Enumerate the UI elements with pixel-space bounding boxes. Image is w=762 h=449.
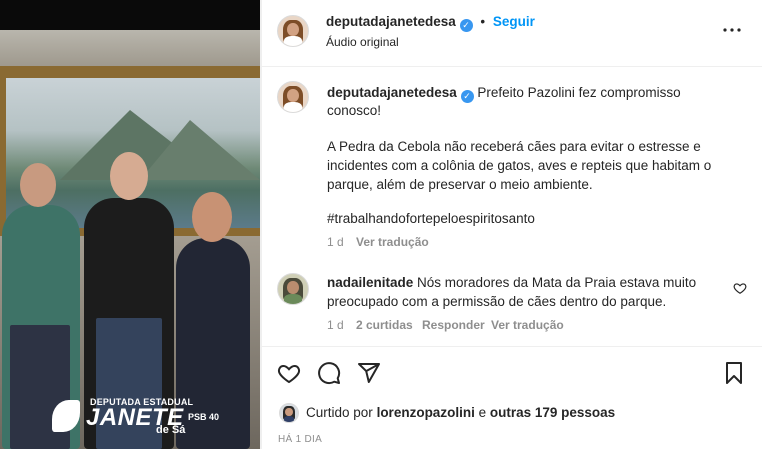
- actions-divider: [262, 346, 762, 347]
- paper-plane-icon[interactable]: [357, 361, 381, 385]
- header-divider: [262, 66, 762, 67]
- post-media[interactable]: DEPUTADA ESTADUAL JANETE PSB 40 de Sá: [0, 0, 260, 449]
- audio-link[interactable]: Áudio original: [326, 35, 399, 49]
- liked-by-prefix: Curtido por: [306, 405, 373, 420]
- commenter-avatar[interactable]: [277, 273, 309, 305]
- separator-dot: •: [480, 14, 486, 29]
- comment-line-2: preocupado com a permissão de cães dentr…: [327, 294, 667, 309]
- caption-translate-link[interactable]: Ver tradução: [356, 235, 429, 249]
- campaign-logo: DEPUTADA ESTADUAL JANETE PSB 40 de Sá: [48, 394, 248, 444]
- author-avatar[interactable]: [277, 15, 309, 47]
- heart-icon[interactable]: [277, 361, 301, 385]
- liked-by-middle: e: [478, 405, 487, 420]
- leaf-logo-icon: [52, 400, 80, 432]
- comment-likes-count[interactable]: 2 curtidas: [356, 318, 413, 332]
- comment-time[interactable]: 1 d: [327, 318, 344, 332]
- comment-translate-link[interactable]: Ver tradução: [491, 318, 564, 332]
- liked-by-others[interactable]: outras 179 pessoas: [490, 405, 615, 420]
- liked-by-user[interactable]: lorenzopazolini: [377, 405, 475, 420]
- caption-line-1: Prefeito Pazolini fez compromisso: [477, 85, 681, 100]
- post-timestamp[interactable]: HÁ 1 DIA: [278, 434, 322, 445]
- bookmark-icon[interactable]: [722, 361, 746, 385]
- caption-line-3: A Pedra da Cebola não receberá cães para…: [327, 139, 701, 154]
- caption-line-4: incidentes com a colônia de gatos, aves …: [327, 158, 712, 173]
- verified-badge-icon: ✓: [460, 90, 474, 103]
- verified-badge-icon: ✓: [459, 19, 473, 32]
- hashtag-link[interactable]: #trabalhandofortepeloespiritosanto: [327, 209, 535, 229]
- panel-divider: [260, 0, 262, 449]
- caption-line-5: parque, além de preservar o meio ambient…: [327, 177, 593, 192]
- caption-time[interactable]: 1 d: [327, 235, 344, 249]
- caption-username[interactable]: deputadajanetedesa: [327, 85, 457, 100]
- media-top-bar: [0, 0, 260, 30]
- ceiling: [0, 30, 260, 70]
- commenter-username[interactable]: nadailenitade: [327, 275, 413, 290]
- painting-mountain-2: [140, 120, 260, 180]
- comment-text: nadailenitade Nós moradores da Mata da P…: [327, 273, 696, 293]
- liker-avatar[interactable]: [279, 403, 299, 423]
- liked-by-summary: Curtido por lorenzopazolini e outras 179…: [306, 405, 615, 420]
- reply-button[interactable]: Responder: [422, 318, 485, 332]
- heart-small-icon[interactable]: [733, 281, 747, 295]
- author-username[interactable]: deputadajanetedesa: [326, 14, 456, 29]
- post-header: deputadajanetedesa ✓ • Seguir: [326, 14, 535, 32]
- comment-icon[interactable]: [317, 361, 341, 385]
- comment-line-1: Nós moradores da Mata da Praia estava mu…: [417, 275, 697, 290]
- caption-avatar[interactable]: [277, 81, 309, 113]
- logo-sub: de Sá: [156, 424, 186, 436]
- caption-line-2: conosco!: [327, 103, 382, 118]
- follow-button[interactable]: Seguir: [493, 14, 535, 29]
- logo-party: PSB 40: [188, 412, 220, 422]
- more-options-icon[interactable]: [722, 22, 742, 38]
